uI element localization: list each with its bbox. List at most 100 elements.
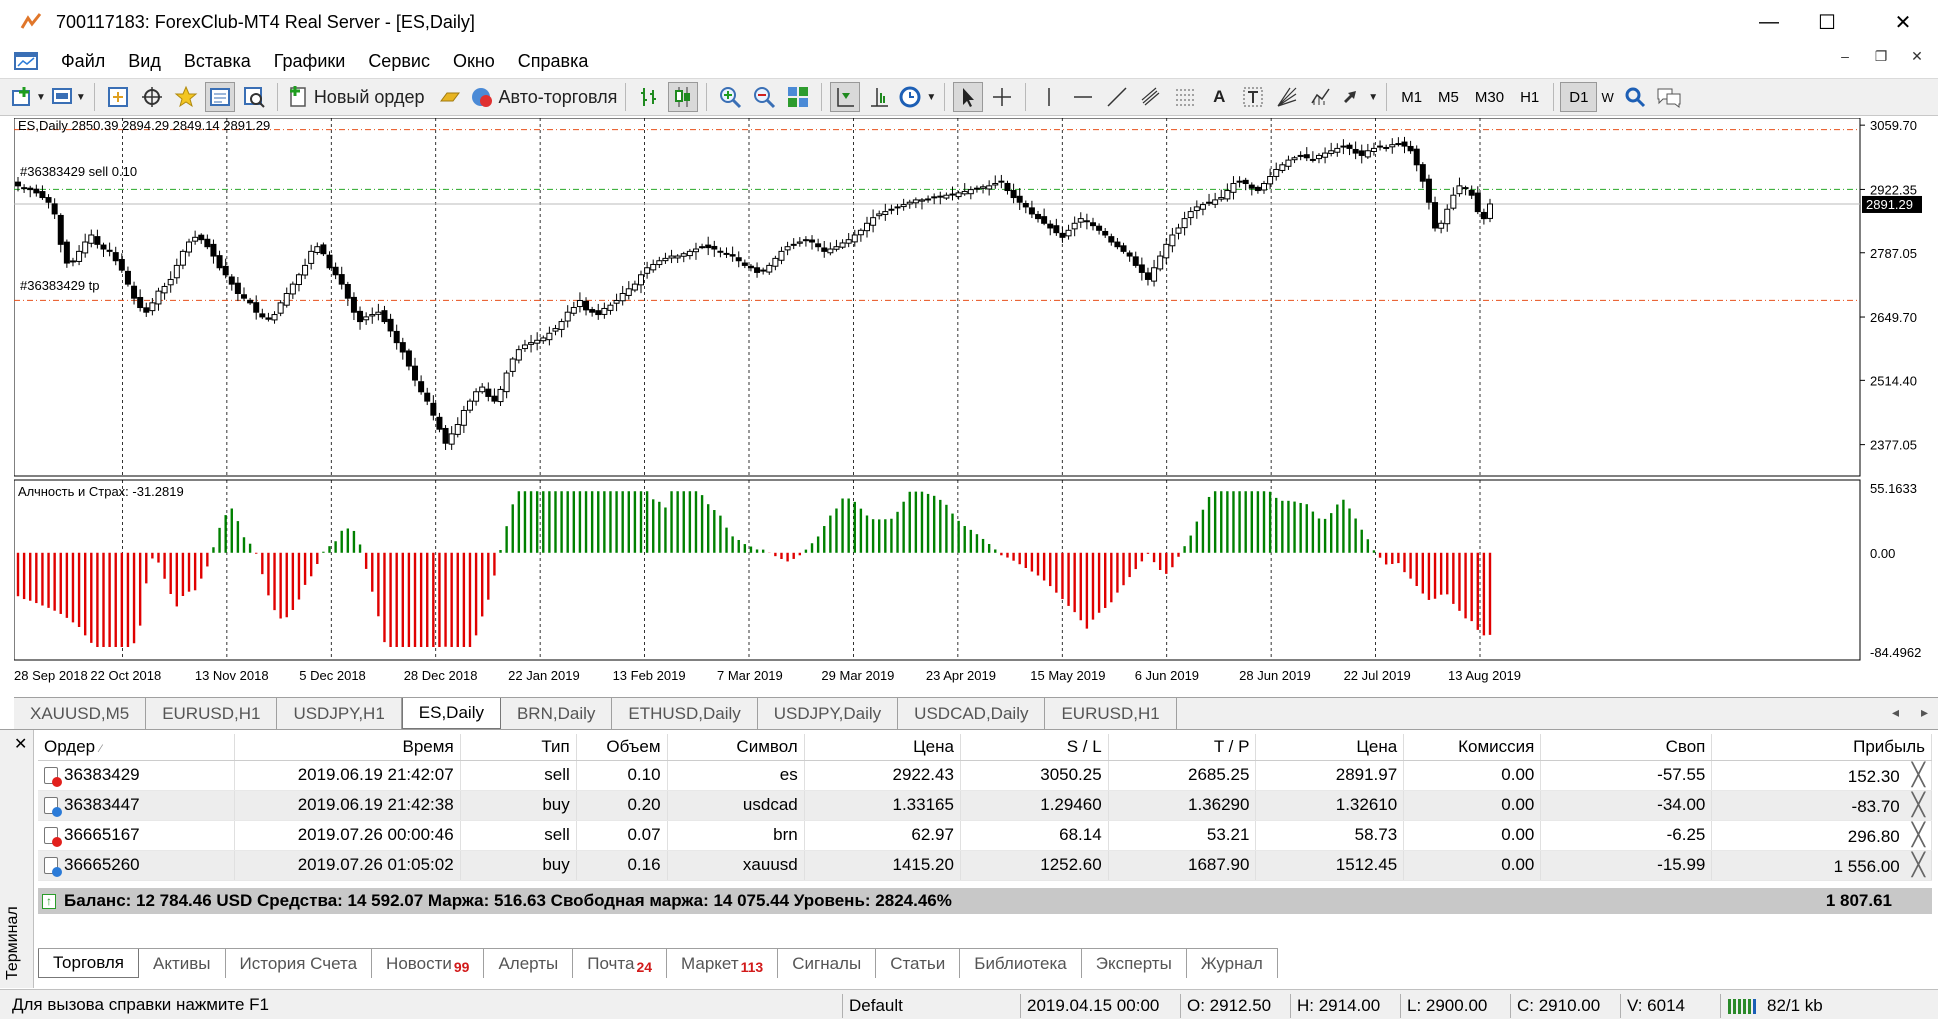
timeframe-h1[interactable]: H1 [1512, 82, 1547, 112]
chart-tab-usdcad-daily[interactable]: USDCAD,Daily [898, 698, 1046, 729]
status-profile[interactable]: Default [842, 994, 1020, 1018]
fibonacci-button[interactable] [1170, 82, 1200, 112]
tab-mailbox[interactable]: Почта 24 [573, 949, 668, 978]
new-order-button[interactable]: Новый ордер [286, 82, 425, 112]
menu-window[interactable]: Окно [453, 51, 495, 72]
menu-help[interactable]: Справка [518, 51, 589, 72]
table-row[interactable]: 36383429 2019.06.19 21:42:07 sell 0.10 e… [38, 760, 1932, 791]
channel-button[interactable] [1136, 82, 1166, 112]
text-button[interactable]: A [1204, 82, 1234, 112]
mdi-close-icon[interactable]: ✕ [1906, 48, 1928, 65]
chat-button[interactable] [1654, 82, 1684, 112]
periods-button[interactable]: ▼ [898, 82, 936, 112]
price-chart[interactable]: 3059.70 2922.35 2787.05 2649.70 2514.40 2377.… [13, 117, 1938, 696]
auto-scroll-button[interactable] [830, 82, 861, 112]
timeframe-w1[interactable]: W [1597, 82, 1617, 112]
tab-scroll-right-icon[interactable]: ▸ [1921, 704, 1928, 721]
col-current-price[interactable]: Цена [1255, 734, 1405, 761]
chart-tab-eurusd-h1-2[interactable]: EURUSD,H1 [1045, 698, 1177, 729]
col-profit[interactable]: Прибыль [1711, 734, 1932, 761]
maximize-button[interactable]: ☐ [1798, 0, 1856, 44]
zoom-in-button[interactable] [715, 82, 745, 112]
chart-tab-es-daily[interactable]: ES,Daily [401, 698, 501, 729]
chart-tab-xauusd-m5[interactable]: XAUUSD,M5 [14, 698, 147, 729]
bar-chart-button[interactable] [634, 82, 664, 112]
chart-tab-ethusd-daily[interactable]: ETHUSD,Daily [612, 698, 758, 729]
col-order[interactable]: Ордер ⁄ [38, 734, 235, 761]
tab-articles[interactable]: Статьи [876, 949, 961, 978]
status-traffic[interactable]: 82/1 kb [1720, 994, 1930, 1018]
tab-assets[interactable]: Активы [139, 949, 226, 978]
chart-window-icon[interactable] [14, 51, 38, 71]
gann-button[interactable] [1272, 82, 1302, 112]
candle-chart-button[interactable] [668, 82, 699, 112]
terminal-close-icon[interactable]: ✕ [14, 734, 27, 754]
data-window-button[interactable] [137, 82, 167, 112]
tab-code-base[interactable]: Библиотека [960, 949, 1082, 978]
trendline-button[interactable] [1102, 82, 1132, 112]
mdi-minimize-icon[interactable]: – [1834, 48, 1856, 65]
strategy-tester-button[interactable] [239, 82, 269, 112]
minimize-button[interactable]: — [1740, 0, 1798, 44]
col-sl[interactable]: S / L [960, 734, 1109, 761]
timeframe-d1[interactable]: D1 [1560, 82, 1598, 112]
close-order-icon[interactable]: ╳ [1912, 792, 1925, 817]
text-label-button[interactable] [1238, 82, 1268, 112]
tile-windows-button[interactable] [783, 82, 813, 112]
col-volume[interactable]: Объем [576, 734, 668, 761]
profiles-button[interactable]: ▼ [50, 82, 86, 112]
col-swap[interactable]: Своп [1540, 734, 1713, 761]
close-order-icon[interactable]: ╳ [1912, 822, 1925, 847]
tab-journal[interactable]: Журнал [1187, 949, 1278, 978]
crosshair-button[interactable] [987, 82, 1017, 112]
tab-trade[interactable]: Торговля [38, 949, 140, 978]
col-symbol[interactable]: Символ [667, 734, 805, 761]
zoom-out-button[interactable] [749, 82, 779, 112]
navigator-button[interactable] [171, 82, 201, 112]
menu-insert[interactable]: Вставка [184, 51, 251, 72]
search-button[interactable] [1620, 82, 1650, 112]
vertical-line-button[interactable] [1034, 82, 1064, 112]
chart-shift-button[interactable] [864, 82, 894, 112]
metaeditor-button[interactable] [435, 82, 465, 112]
tab-news[interactable]: Новости 99 [372, 949, 485, 978]
new-chart-button[interactable]: ▼ [10, 82, 46, 112]
timeframe-m30[interactable]: M30 [1467, 82, 1512, 112]
chart-tab-usdjpy-h1[interactable]: USDJPY,H1 [277, 698, 402, 729]
col-tp[interactable]: T / P [1108, 734, 1257, 761]
timeframe-m5[interactable]: M5 [1430, 82, 1467, 112]
table-row[interactable]: 36665260 2019.07.26 01:05:02 buy 0.16 xa… [38, 850, 1932, 881]
terminal-button[interactable] [204, 82, 235, 112]
menu-file[interactable]: Файл [61, 51, 105, 72]
auto-trading-button[interactable]: Авто-торговля [469, 82, 617, 112]
table-row[interactable]: 36383447 2019.06.19 21:42:38 buy 0.20 us… [38, 790, 1932, 821]
close-button[interactable]: ✕ [1874, 0, 1932, 44]
col-commission[interactable]: Комиссия [1403, 734, 1542, 761]
col-type[interactable]: Тип [460, 734, 577, 761]
horizontal-line-button[interactable] [1068, 82, 1098, 112]
chart-tab-eurusd-h1[interactable]: EURUSD,H1 [146, 698, 278, 729]
tab-scroll-left-icon[interactable]: ◂ [1892, 704, 1899, 721]
tab-account-history[interactable]: История Счета [226, 949, 373, 978]
tab-market[interactable]: Маркет 113 [667, 949, 779, 978]
chart-window[interactable]: 3059.70 2922.35 2787.05 2649.70 2514.40 2377.… [13, 117, 1938, 696]
tab-signals[interactable]: Сигналы [778, 949, 877, 978]
col-time[interactable]: Время [234, 734, 461, 761]
chart-tab-brn-daily[interactable]: BRN,Daily [501, 698, 613, 729]
arrows-button[interactable]: ▼ [1340, 82, 1378, 112]
mdi-restore-icon[interactable]: ❐ [1870, 48, 1892, 65]
chart-tab-usdjpy-daily[interactable]: USDJPY,Daily [758, 698, 899, 729]
timeframe-m1[interactable]: M1 [1393, 82, 1430, 112]
close-order-icon[interactable]: ╳ [1912, 852, 1925, 877]
market-watch-button[interactable] [103, 82, 133, 112]
menu-charts[interactable]: Графики [274, 51, 346, 72]
cursor-button[interactable] [953, 82, 984, 112]
tab-experts[interactable]: Эксперты [1082, 949, 1187, 978]
menu-view[interactable]: Вид [128, 51, 161, 72]
col-price[interactable]: Цена [804, 734, 961, 761]
tab-alerts[interactable]: Алерты [484, 949, 574, 978]
close-order-icon[interactable]: ╳ [1912, 762, 1925, 787]
table-row[interactable]: 36665167 2019.07.26 00:00:46 sell 0.07 b… [38, 820, 1932, 851]
indicators-button[interactable] [1306, 82, 1336, 112]
menu-tools[interactable]: Сервис [368, 51, 430, 72]
